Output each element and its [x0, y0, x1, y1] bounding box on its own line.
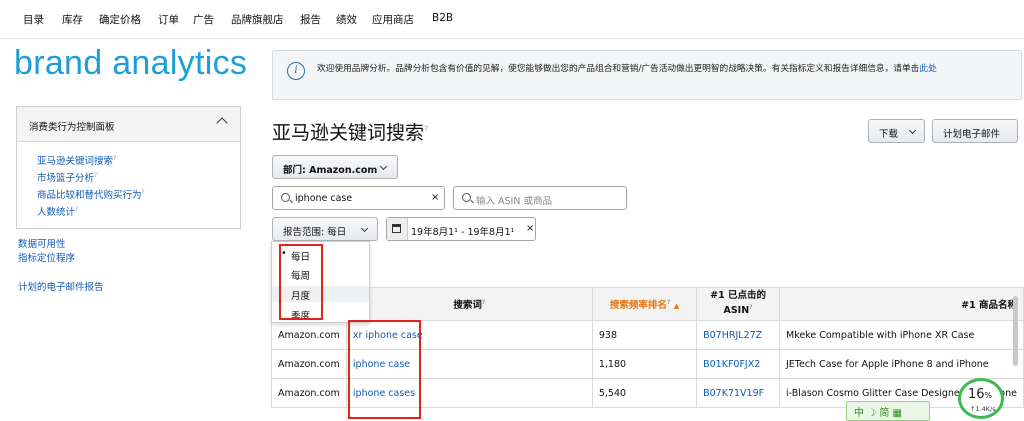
chevron-up-icon[interactable]	[216, 117, 228, 129]
info-text: 欢迎使用品牌分析。品牌分析包含有价值的见解，使您能够做出您的产品组合和营销/广告…	[317, 64, 937, 74]
brand-analytics-logo: brand analytics	[14, 44, 248, 82]
sort-asc-icon: ▲	[673, 302, 680, 310]
asin-link[interactable]: B01KF0FJX2	[696, 349, 780, 379]
ime-toolbar[interactable]: 中 ☽ 简 ▦	[846, 401, 930, 421]
help-icon: ?	[94, 171, 98, 179]
header-top-product[interactable]: #1 商品名称	[779, 287, 1024, 321]
nav-app-store[interactable]: 应用商店	[372, 12, 414, 27]
nav-performance[interactable]: 绩效	[336, 12, 357, 27]
help-icon: ?	[749, 304, 753, 312]
rank-cell: 938	[591, 320, 698, 350]
top-navigation: 目录 库存 确定价格 订单 广告 品牌旗舰店 报告 绩效 应用商店 B2B	[0, 0, 1024, 39]
highlight-box-search-terms	[348, 320, 421, 419]
sidebar-link-data-availability[interactable]: 数据可用性	[18, 236, 66, 250]
sidebar-header-label: 消费类行为控制面板	[29, 122, 115, 133]
page-title: 亚马逊关键词搜索?	[272, 122, 429, 144]
nav-advertising[interactable]: 广告	[193, 12, 214, 27]
nav-reports[interactable]: 报告	[300, 12, 321, 27]
help-icon: ?	[75, 205, 79, 213]
marketplace-cell: Amazon.com	[271, 378, 347, 408]
marketplace-cell: Amazon.com	[271, 349, 347, 379]
header-search-term[interactable]: 搜索词?	[345, 287, 593, 321]
chevron-down-icon	[908, 126, 917, 135]
asin-link[interactable]: B07HRJL27Z	[696, 320, 780, 350]
table-header-row: 搜索词? 搜索频率排名? ▲ #1 已点击的 ASIN? #1 商品名称	[271, 287, 1024, 321]
nav-pricing[interactable]: 确定价格	[99, 12, 141, 27]
search-term-input[interactable]: iphone case ×	[272, 186, 445, 210]
help-icon: ?	[113, 154, 117, 162]
sidebar-item-market-basket[interactable]: 市场篮子分析?	[37, 170, 97, 184]
rank-cell: 5,540	[591, 378, 698, 408]
marketplace-cell: Amazon.com	[271, 320, 347, 350]
header-search-rank[interactable]: 搜索频率排名? ▲	[591, 287, 698, 321]
info-icon: i	[287, 62, 305, 80]
nav-inventory[interactable]: 库存	[62, 12, 83, 27]
sidebar-header[interactable]: 消费类行为控制面板	[17, 107, 240, 142]
help-icon: ?	[666, 298, 671, 306]
chevron-down-icon	[379, 162, 388, 171]
department-select[interactable]: 部门: Amazon.com	[272, 155, 398, 179]
help-icon: ?	[481, 298, 486, 306]
asin-search-input[interactable]: 输入 ASIN 或商品	[453, 186, 627, 210]
info-banner: i 欢迎使用品牌分析。品牌分析包含有价值的见解，使您能够做出您的产品组合和营销/…	[272, 50, 1022, 100]
vertical-scrollbar[interactable]	[1013, 296, 1018, 366]
asin-link[interactable]: B07K71V19F	[696, 378, 780, 408]
report-range-select[interactable]: 报告范围: 每日	[272, 217, 378, 241]
info-link[interactable]: 此处	[919, 64, 936, 74]
highlight-box-range-options	[279, 244, 323, 320]
network-speed-widget: 16% ↑1.4K/s	[958, 378, 1004, 419]
header-top-asin[interactable]: #1 已点击的 ASIN?	[696, 287, 780, 321]
calendar-icon[interactable]	[387, 218, 408, 240]
date-range-input[interactable]: 19年8月1¹ - 19年8月1¹ ×	[386, 217, 536, 241]
sidebar-link-metric-locator[interactable]: 指标定位程序	[18, 250, 75, 264]
sidebar-link-scheduled-email[interactable]: 计划的电子邮件报告	[18, 279, 104, 293]
sidebar-item-item-comparison[interactable]: 商品比较和替代购买行为?	[37, 187, 145, 201]
clear-icon[interactable]: ×	[431, 192, 439, 203]
nav-orders[interactable]: 订单	[158, 12, 179, 27]
sidebar-item-keyword-search[interactable]: 亚马逊关键词搜索?	[37, 153, 116, 167]
schedule-email-button[interactable]: 计划电子邮件	[932, 119, 1018, 143]
product-name-cell: Mkeke Compatible with iPhone XR Case	[779, 320, 1024, 350]
sidebar-panel: 消费类行为控制面板 亚马逊关键词搜索? 市场篮子分析? 商品比较和替代购买行为?…	[16, 106, 241, 229]
nav-b2b[interactable]: B2B	[432, 12, 453, 24]
sidebar-item-demographics[interactable]: 人数统计?	[37, 204, 78, 218]
clear-icon[interactable]: ×	[526, 223, 534, 234]
help-icon: ?	[141, 188, 145, 196]
nav-stores[interactable]: 品牌旗舰店	[231, 12, 284, 27]
download-button[interactable]: 下载	[868, 119, 925, 143]
help-icon: ?	[424, 124, 429, 134]
product-name-cell: JETech Case for Apple iPhone 8 and iPhon…	[779, 349, 1024, 379]
rank-cell: 1,180	[591, 349, 698, 379]
nav-catalog[interactable]: 目录	[23, 12, 44, 27]
search-icon	[462, 193, 471, 202]
chevron-down-icon	[360, 224, 369, 233]
search-icon	[281, 193, 290, 202]
